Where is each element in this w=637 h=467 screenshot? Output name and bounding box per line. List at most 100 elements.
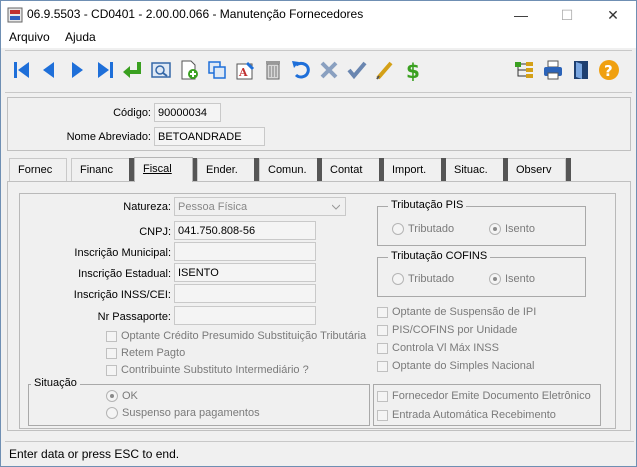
controla-vl-max-label: Controla Vl Máx INSS xyxy=(392,342,499,354)
previous-icon[interactable] xyxy=(37,57,61,83)
simples-nacional-checkbox[interactable]: Optante do Simples Nacional xyxy=(377,360,534,372)
situacao-ok-radio[interactable]: OK xyxy=(106,390,138,402)
cofins-group-title: Tributação COFINS xyxy=(388,250,491,262)
checkbox-box xyxy=(377,342,388,354)
checkbox-box xyxy=(106,347,117,359)
next-icon[interactable] xyxy=(65,57,89,83)
tree-icon[interactable] xyxy=(512,57,536,83)
checkbox-box xyxy=(106,364,117,376)
tab-observ[interactable]: Observ xyxy=(507,158,566,181)
goto-icon[interactable] xyxy=(121,57,145,83)
minimize-button[interactable]: — xyxy=(498,1,544,29)
print-icon[interactable] xyxy=(541,57,565,83)
radio-dot xyxy=(106,407,118,419)
title-bar: 06.9.5503 - CD0401 - 2.00.00.066 - Manut… xyxy=(1,1,636,29)
checkbox-box xyxy=(377,390,388,402)
situacao-suspenso-radio[interactable]: Suspenso para pagamentos xyxy=(106,407,260,419)
maximize-icon: ☐ xyxy=(560,6,574,23)
ins-municipal-field[interactable] xyxy=(174,242,316,261)
situacao-group-title: Situação xyxy=(31,377,80,389)
tab-divider xyxy=(317,158,322,181)
checkbox-box xyxy=(106,330,117,342)
app-icon xyxy=(7,7,23,23)
retem-pagto-checkbox[interactable]: Retem Pagto xyxy=(106,347,185,359)
window-title: 06.9.5503 - CD0401 - 2.00.00.066 - Manut… xyxy=(27,7,364,21)
cancel-icon[interactable] xyxy=(317,57,341,83)
credito-presumido-label: Optante Crédito Presumido Substituição T… xyxy=(121,330,367,342)
tab-situac[interactable]: Situac. xyxy=(445,158,504,181)
status-text: Enter data or press ESC to end. xyxy=(9,447,180,461)
radio-dot xyxy=(489,223,501,235)
cofins-isento-radio[interactable]: Isento xyxy=(489,273,535,285)
exit-icon[interactable] xyxy=(569,57,593,83)
ins-municipal-label: Inscrição Municipal: xyxy=(74,247,171,259)
entrada-automatica-checkbox[interactable]: Entrada Automática Recebimento xyxy=(377,409,556,421)
tab-ender-label: Ender. xyxy=(206,164,238,176)
menu-bar: Arquivo Ajuda xyxy=(1,29,636,48)
edit-icon[interactable]: A xyxy=(233,57,257,83)
doc-eletronico-checkbox[interactable]: Fornecedor Emite Documento Eletrônico xyxy=(377,390,591,402)
radio-dot xyxy=(489,273,501,285)
menu-ajuda[interactable]: Ajuda xyxy=(65,30,96,44)
tab-comun[interactable]: Comun. xyxy=(259,158,319,181)
situacao-suspenso-label: Suspenso para pagamentos xyxy=(122,407,260,419)
delete-icon[interactable] xyxy=(261,57,285,83)
retem-pagto-label: Retem Pagto xyxy=(121,347,186,359)
cofins-isento-label: Isento xyxy=(505,273,535,285)
natureza-select[interactable]: Pessoa Física xyxy=(174,197,346,216)
financial-icon[interactable]: $ xyxy=(401,57,425,83)
passaporte-label: Nr Passaporte: xyxy=(97,311,171,323)
tab-financ-label: Financ xyxy=(80,164,114,176)
doc-eletronico-label: Fornecedor Emite Documento Eletrônico xyxy=(392,390,591,402)
clear-icon[interactable] xyxy=(373,57,397,83)
short-name-field[interactable]: BETOANDRADE xyxy=(154,127,265,146)
tab-fiscal[interactable]: Fiscal xyxy=(134,157,193,182)
simples-nacional-label: Optante do Simples Nacional xyxy=(392,360,535,372)
tab-ender[interactable]: Ender. xyxy=(197,158,256,181)
controla-vl-max-checkbox[interactable]: Controla Vl Máx INSS xyxy=(377,342,499,354)
pis-cofins-unidade-label: PIS/COFINS por Unidade xyxy=(392,324,518,336)
tab-fornec[interactable]: Fornec xyxy=(9,158,67,181)
pis-tributado-radio[interactable]: Tributado xyxy=(392,223,454,235)
checkbox-box xyxy=(377,409,388,421)
cnpj-field[interactable]: 041.750.808-56 xyxy=(174,221,316,240)
cnpj-label: CNPJ: xyxy=(139,226,171,238)
contribuinte-checkbox[interactable]: Contribuinte Substituto Intermediário ? xyxy=(106,364,309,376)
suspensao-ipi-checkbox[interactable]: Optante de Suspensão de IPI xyxy=(377,306,536,318)
ins-inss-field[interactable] xyxy=(174,284,316,303)
tab-import[interactable]: Import. xyxy=(383,158,442,181)
tab-fiscal-label: Fiscal xyxy=(143,163,172,175)
add-icon[interactable] xyxy=(177,57,201,83)
pis-group-title: Tributação PIS xyxy=(388,199,467,211)
tab-financ[interactable]: Financ xyxy=(71,158,130,181)
maximize-button[interactable]: ☐ xyxy=(544,1,590,29)
menu-arquivo[interactable]: Arquivo xyxy=(9,30,50,44)
close-icon: ✕ xyxy=(607,6,619,23)
first-icon[interactable] xyxy=(10,57,34,83)
cofins-tributado-radio[interactable]: Tributado xyxy=(392,273,454,285)
pis-cofins-unidade-checkbox[interactable]: PIS/COFINS por Unidade xyxy=(377,324,517,336)
svg-text:$: $ xyxy=(406,59,420,81)
tab-observ-label: Observ xyxy=(516,164,552,176)
natureza-value: Pessoa Física xyxy=(178,201,248,213)
ins-estadual-field[interactable]: ISENTO xyxy=(174,263,316,282)
search-icon[interactable] xyxy=(149,57,173,83)
tab-divider xyxy=(441,158,446,181)
code-field[interactable]: 90000034 xyxy=(154,103,221,122)
tab-contat[interactable]: Contat xyxy=(321,158,380,181)
last-icon[interactable] xyxy=(93,57,117,83)
radio-dot xyxy=(392,223,404,235)
pis-isento-radio[interactable]: Isento xyxy=(489,223,535,235)
close-button[interactable]: ✕ xyxy=(590,1,636,29)
passaporte-field[interactable] xyxy=(174,306,316,325)
svg-text:?: ? xyxy=(604,62,613,80)
tab-divider xyxy=(566,158,571,181)
checkbox-box xyxy=(377,360,388,372)
undo-icon[interactable] xyxy=(289,57,313,83)
save-icon[interactable] xyxy=(345,57,369,83)
copy-icon[interactable] xyxy=(205,57,229,83)
svg-text:A: A xyxy=(238,66,248,79)
credito-presumido-checkbox[interactable]: Optante Crédito Presumido Substituição T… xyxy=(106,330,366,342)
help-icon[interactable]: ? xyxy=(597,57,621,83)
tab-divider xyxy=(379,158,384,181)
